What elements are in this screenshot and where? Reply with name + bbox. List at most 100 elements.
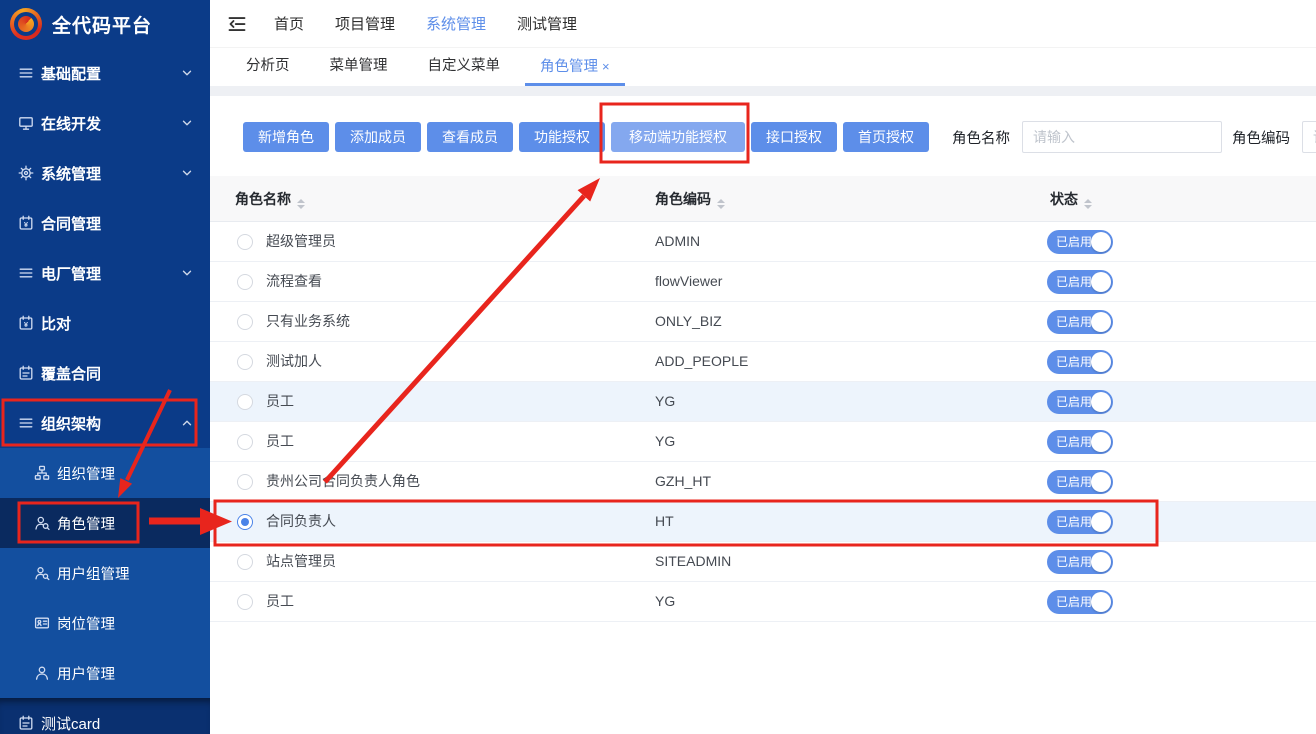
list-icon [18,265,34,281]
nav-item-project-mgmt[interactable]: 项目管理 [335,13,395,34]
role-code-cell: GZH_HT [655,462,711,501]
tab-role-mgmt[interactable]: 角色管理 × [520,48,630,86]
row-radio[interactable] [237,514,253,530]
table-row[interactable]: 贵州公司合同负责人角色 GZH_HT 已启用 [210,462,1316,502]
nav-item-test-mgmt[interactable]: 测试管理 [517,13,577,34]
status-toggle[interactable]: 已启用 [1047,550,1113,574]
sidebar-item-plant-mgmt[interactable]: 电厂管理 [0,248,210,298]
sidebar-item-org-mgmt[interactable]: 组织管理 [0,448,210,498]
role-name-cell: 合同负责人 [266,502,336,541]
sidebar-item-label: 测试card [41,713,100,734]
table-row[interactable]: 超级管理员 ADMIN 已启用 [210,222,1316,262]
button-api-auth[interactable]: 接口授权 [751,122,837,152]
button-func-auth[interactable]: 功能授权 [519,122,605,152]
svg-text:¥: ¥ [24,220,29,229]
status-toggle[interactable]: 已启用 [1047,270,1113,294]
sidebar-item-label: 系统管理 [41,163,101,184]
row-radio[interactable] [237,434,253,450]
sidebar-item-label: 用户组管理 [57,563,130,584]
sidebar-item-compare[interactable]: ¥ 比对 [0,298,210,348]
sort-icon[interactable] [297,199,305,209]
close-icon[interactable]: × [602,59,610,74]
table-row[interactable]: 流程查看 flowViewer 已启用 [210,262,1316,302]
tab-analysis-page[interactable]: 分析页 [226,48,310,86]
row-radio[interactable] [237,234,253,250]
sidebar-item-online-dev[interactable]: 在线开发 [0,98,210,148]
monitor-icon [18,115,34,131]
main-area: 首页 项目管理 系统管理 测试管理 分析页 菜单管理 自定义菜单 角色管理 × 新增角色… [210,0,1316,734]
sidebar-item-system-mgmt[interactable]: 系统管理 [0,148,210,198]
tab-custom-menu[interactable]: 自定义菜单 [408,48,521,86]
role-code-cell: HT [655,502,674,541]
toggle-knob [1091,392,1111,412]
sidebar-item-base-config[interactable]: 基础配置 [0,48,210,98]
table-row[interactable]: 站点管理员 SITEADMIN 已启用 [210,542,1316,582]
table-row[interactable]: 合同负责人 HT 已启用 [210,502,1316,542]
logo-row: 全代码平台 [0,0,210,48]
status-toggle[interactable]: 已启用 [1047,310,1113,334]
status-toggle[interactable]: 已启用 [1047,390,1113,414]
sidebar-item-label: 基础配置 [41,63,101,84]
status-toggle-label: 已启用 [1056,310,1092,334]
button-row: 新增角色添加成员查看成员功能授权移动端功能授权接口授权首页授权 [243,122,929,152]
row-radio[interactable] [237,474,253,490]
status-toggle-label: 已启用 [1056,470,1092,494]
status-toggle[interactable]: 已启用 [1047,430,1113,454]
list-icon [18,415,34,431]
role-name-filter-label: 角色名称 [952,127,1010,148]
status-toggle[interactable]: 已启用 [1047,510,1113,534]
tab-label: 角色管理 [540,59,598,75]
row-radio[interactable] [237,354,253,370]
button-home-auth[interactable]: 首页授权 [843,122,929,152]
nav-item-system-mgmt[interactable]: 系统管理 [426,13,486,34]
sidebar-item-post-mgmt[interactable]: 岗位管理 [0,598,210,648]
row-radio[interactable] [237,274,253,290]
button-add-role[interactable]: 新增角色 [243,122,329,152]
button-view-member[interactable]: 查看成员 [427,122,513,152]
calendar-icon [18,365,34,381]
role-name-input[interactable] [1022,121,1222,153]
table-row[interactable]: 员工 YG 已启用 [210,422,1316,462]
sidebar-item-role-mgmt[interactable]: 角色管理 [0,498,210,548]
status-toggle[interactable]: 已启用 [1047,230,1113,254]
svg-text:¥: ¥ [24,320,29,329]
table-row[interactable]: 员工 YG 已启用 [210,582,1316,622]
toggle-knob [1091,472,1111,492]
sidebar-item-contract-mgmt[interactable]: ¥ 合同管理 [0,198,210,248]
user-icon [34,665,50,681]
row-radio[interactable] [237,394,253,410]
sort-icon[interactable] [1084,199,1092,209]
row-radio[interactable] [237,554,253,570]
row-radio[interactable] [237,594,253,610]
sidebar-item-user-group-mgmt[interactable]: 用户组管理 [0,548,210,598]
table-row[interactable]: 测试加人 ADD_PEOPLE 已启用 [210,342,1316,382]
contract-icon: ¥ [18,215,34,231]
table-header: 角色名称 角色编码 状态 [210,176,1316,222]
table-row[interactable]: 只有业务系统 ONLY_BIZ 已启用 [210,302,1316,342]
topbar: 首页 项目管理 系统管理 测试管理 [210,0,1316,48]
sidebar-item-org-structure[interactable]: 组织架构 [0,398,210,448]
status-toggle[interactable]: 已启用 [1047,350,1113,374]
tab-menu-mgmt[interactable]: 菜单管理 [310,48,408,86]
sidebar-menu: 基础配置 在线开发 系统管理 ¥ 合同管理 电厂管理 ¥ 比对 覆盖合同 组织架… [0,48,210,734]
sort-icon[interactable] [717,199,725,209]
sidebar-item-coverage-contract[interactable]: 覆盖合同 [0,348,210,398]
role-code-input[interactable] [1302,121,1316,153]
sidebar-item-label: 岗位管理 [57,613,115,634]
row-radio[interactable] [237,314,253,330]
button-add-member[interactable]: 添加成员 [335,122,421,152]
list-icon [18,65,34,81]
sidebar-item-user-mgmt[interactable]: 用户管理 [0,648,210,698]
status-toggle[interactable]: 已启用 [1047,470,1113,494]
menu-fold-icon[interactable] [227,14,247,34]
sidebar-item-test-card[interactable]: 测试card [0,698,210,734]
toggle-knob [1091,552,1111,572]
gear-icon [18,165,34,181]
status-toggle[interactable]: 已启用 [1047,590,1113,614]
chevron-down-icon [180,66,194,80]
button-mobile-func-auth[interactable]: 移动端功能授权 [611,122,745,152]
nav-item-home[interactable]: 首页 [274,13,304,34]
sidebar: 全代码平台 基础配置 在线开发 系统管理 ¥ 合同管理 电厂管理 ¥ 比对 覆盖… [0,0,210,734]
table-row[interactable]: 员工 YG 已启用 [210,382,1316,422]
toggle-knob [1091,512,1111,532]
